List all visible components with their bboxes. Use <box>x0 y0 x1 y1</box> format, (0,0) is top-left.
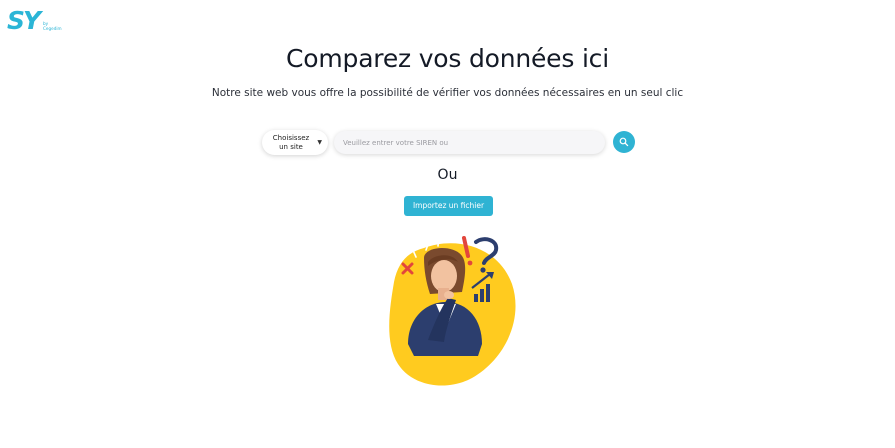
search-button[interactable] <box>613 131 635 153</box>
import-file-button[interactable]: Importez un fichier <box>404 196 493 216</box>
thinking-woman-illustration <box>389 234 516 386</box>
or-divider: Ou <box>437 167 458 183</box>
site-select[interactable]: Choisissez un site ▼ <box>262 130 328 155</box>
search-icon <box>619 137 629 147</box>
logo-caption-brand: Cegedim <box>43 25 62 31</box>
yellow-dot <box>393 347 407 357</box>
logo-caption: by Cegedim <box>43 21 62 31</box>
chevron-down-icon: ▼ <box>317 139 322 146</box>
site-select-label: Choisissez un site <box>272 134 310 151</box>
logo-text: SY <box>7 6 41 35</box>
logo[interactable]: SY by Cegedim <box>7 7 67 35</box>
page-title: Comparez vos données ici <box>286 44 609 73</box>
page-subtitle: Notre site web vous offre la possibilité… <box>211 87 684 99</box>
siren-search-input[interactable] <box>334 131 605 154</box>
